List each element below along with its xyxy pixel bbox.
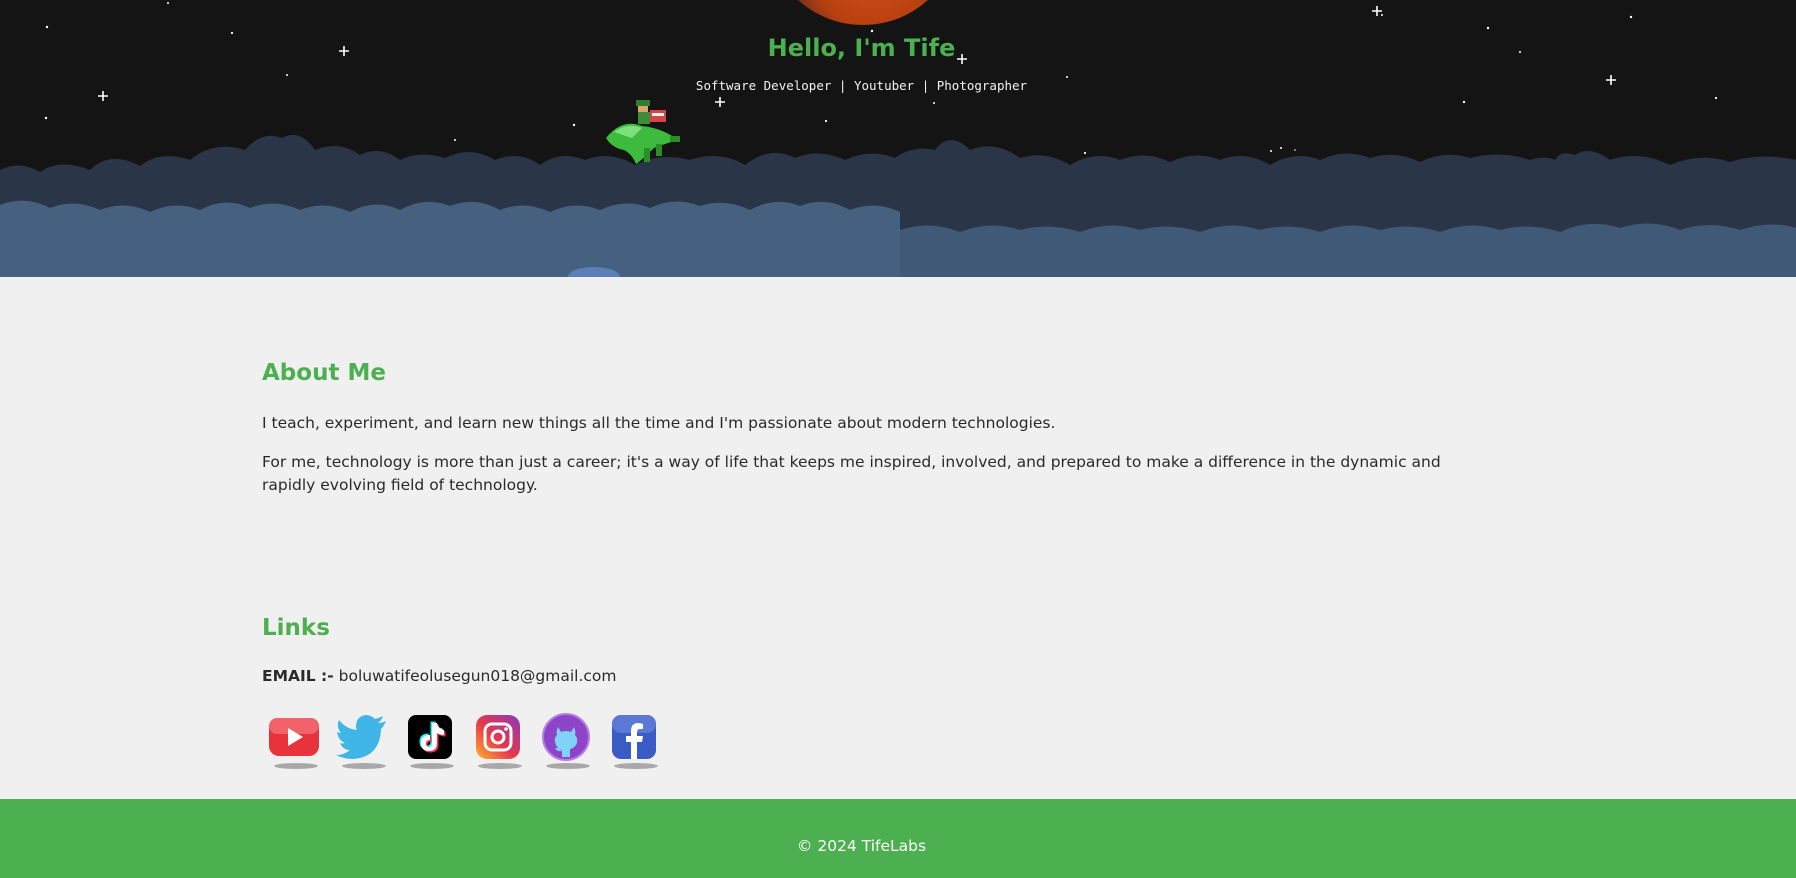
email-address[interactable]: boluwatifeolusegun018@gmail.com	[339, 667, 617, 685]
icon-shadow	[478, 763, 522, 769]
instagram-link[interactable]	[466, 713, 534, 773]
social-links	[262, 713, 670, 773]
copyright-text: © 2024 TifeLabs	[796, 837, 927, 855]
twitter-link[interactable]	[330, 713, 398, 773]
youtube-link[interactable]	[262, 713, 330, 773]
hero-banner: Hello, I'm Tife Software Developer | You…	[0, 0, 1796, 277]
about-paragraph: I teach, experiment, and learn new thing…	[262, 414, 1056, 432]
github-link[interactable]	[534, 713, 602, 773]
links-section-title: Links	[262, 615, 330, 641]
facebook-link[interactable]	[602, 713, 670, 773]
email-line: EMAIL :- boluwatifeolusegun018@gmail.com	[262, 667, 617, 685]
facebook-icon	[608, 713, 660, 761]
hero-greeting: Hello, I'm Tife	[767, 34, 956, 62]
instagram-icon	[472, 713, 524, 761]
tiktok-icon	[404, 713, 456, 761]
icon-shadow	[342, 763, 386, 769]
hero-subtitle: Software Developer | Youtuber | Photogra…	[695, 78, 1028, 93]
about-paragraph: For me, technology is more than just a c…	[262, 453, 1441, 494]
github-icon	[540, 713, 592, 761]
twitter-icon	[336, 713, 388, 761]
icon-shadow	[614, 763, 658, 769]
icon-shadow	[274, 763, 318, 769]
email-label: EMAIL :-	[262, 667, 334, 685]
icon-shadow	[546, 763, 590, 769]
youtube-icon	[268, 713, 320, 761]
footer: © 2024 TifeLabs	[0, 799, 1796, 878]
about-section-title: About Me	[262, 360, 386, 386]
icon-shadow	[410, 763, 454, 769]
pixel-dragon-rider-icon	[606, 100, 680, 164]
tiktok-link[interactable]	[398, 713, 466, 773]
